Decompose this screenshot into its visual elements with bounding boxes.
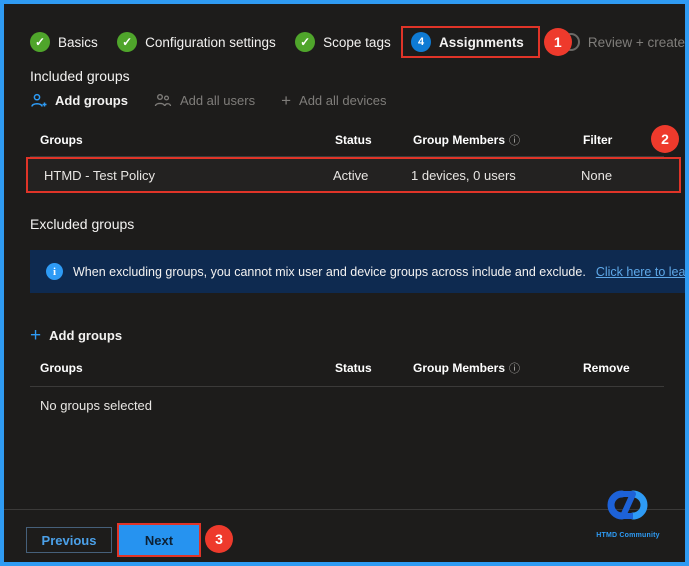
tab-configuration-settings[interactable]: ✓ Configuration settings (117, 32, 276, 52)
add-all-users-label: Add all users (179, 93, 256, 108)
column-groups: Groups (40, 361, 83, 375)
excluded-groups-toolbar: + Add groups (30, 326, 122, 345)
cell-group-members: 1 devices, 0 users (411, 167, 516, 183)
wizard-window: ✓ Basics ✓ Configuration settings ✓ Scop… (0, 0, 689, 566)
next-button[interactable]: Next (119, 525, 199, 555)
tab-assignments[interactable]: 4 Assignments (411, 32, 524, 52)
excluded-add-groups-label: Add groups (49, 328, 123, 343)
info-icon[interactable]: ⓘ (509, 363, 520, 375)
included-groups-heading: Included groups (30, 68, 130, 84)
check-icon: ✓ (30, 32, 50, 52)
people-icon (154, 94, 172, 107)
included-groups-toolbar: Add groups Add all users + Add all devic… (30, 92, 386, 109)
tab-basics-label: Basics (58, 34, 98, 50)
cell-group-name[interactable]: HTMD - Test Policy (28, 168, 333, 183)
annotation-box-assignments: 4 Assignments (401, 26, 540, 58)
previous-button[interactable]: Previous (26, 527, 112, 553)
add-all-devices-label: Add all devices (299, 93, 387, 108)
annotation-badge-1: 1 (543, 28, 572, 56)
exclusion-info-banner: i When excluding groups, you cannot mix … (30, 250, 685, 293)
excluded-groups-heading: Excluded groups (30, 216, 135, 232)
check-icon: ✓ (117, 32, 138, 52)
column-group-members: Group Members ⓘ (413, 133, 521, 147)
htmd-logo-icon (607, 490, 648, 520)
person-add-icon (31, 93, 47, 107)
htmd-community-logo: HTMD Community (593, 486, 663, 539)
add-groups-button[interactable]: Add groups (30, 93, 128, 109)
tab-review-create-label: Review + create (587, 34, 685, 50)
add-groups-label: Add groups (55, 93, 128, 108)
cell-status: Active (333, 167, 369, 183)
column-status: Status (335, 361, 372, 375)
step-number-icon: 4 (411, 32, 432, 52)
banner-text: When excluding groups, you cannot mix us… (73, 264, 586, 279)
column-status: Status (335, 133, 372, 147)
add-all-users-button[interactable]: Add all users (154, 93, 255, 108)
column-group-members: Group Members ⓘ (413, 361, 521, 375)
footer-divider (4, 509, 685, 510)
plus-icon: + (30, 325, 42, 346)
included-table-header: Groups Status Group Members ⓘ Filter (30, 132, 664, 148)
tab-configuration-settings-label: Configuration settings (145, 34, 276, 50)
tab-scope-tags[interactable]: ✓ Scope tags (295, 32, 391, 52)
plus-icon: + (281, 91, 292, 110)
add-all-devices-button[interactable]: + Add all devices (281, 92, 386, 109)
info-icon: i (46, 263, 63, 280)
learn-more-link[interactable]: Click here to learn more abou (596, 265, 685, 279)
tab-assignments-label: Assignments (439, 34, 524, 50)
info-icon[interactable]: ⓘ (509, 135, 520, 147)
check-icon: ✓ (295, 32, 316, 52)
included-group-row[interactable]: HTMD - Test Policy Active 1 devices, 0 u… (26, 157, 681, 193)
htmd-community-label: HTMD Community (596, 532, 660, 539)
tab-scope-tags-label: Scope tags (323, 34, 391, 50)
column-remove: Remove (583, 361, 630, 375)
excluded-table-header: Groups Status Group Members ⓘ Remove (30, 360, 664, 376)
excluded-table-divider (30, 386, 664, 387)
no-groups-selected-text: No groups selected (40, 398, 153, 413)
annotation-box-next: Next (117, 523, 201, 557)
column-groups: Groups (40, 133, 83, 147)
annotation-badge-3: 3 (205, 525, 233, 553)
wizard-step-bar: ✓ Basics ✓ Configuration settings ✓ Scop… (30, 26, 685, 58)
annotation-badge-2: 2 (651, 125, 679, 153)
excluded-add-groups-button[interactable]: + Add groups (30, 326, 122, 345)
cell-filter[interactable]: None (581, 168, 679, 183)
tab-review-create[interactable]: Review + create (561, 33, 685, 51)
tab-basics[interactable]: ✓ Basics (30, 32, 98, 52)
